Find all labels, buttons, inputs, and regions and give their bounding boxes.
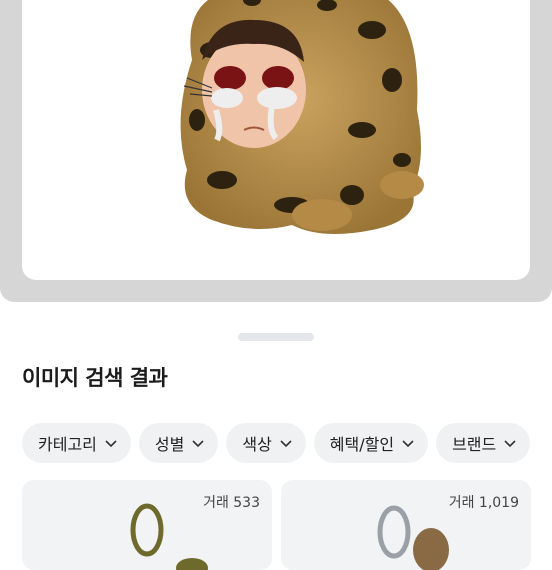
chevron-down-icon [280, 440, 292, 448]
chevron-down-icon [105, 440, 117, 448]
trade-count: 거래 1,019 [448, 495, 519, 511]
filter-chip-label: 브랜드 [452, 435, 497, 454]
filter-chip-benefits[interactable]: 혜택/할인 [313, 423, 429, 463]
image-preview-panel [0, 0, 552, 302]
filter-chip-category[interactable]: 카테고리 [22, 423, 131, 463]
chevron-down-icon [504, 440, 516, 448]
filter-chip-label: 성별 [154, 435, 185, 454]
plush-toy-image [180, 0, 424, 234]
search-image-preview [22, 0, 530, 280]
drag-handle[interactable] [238, 333, 314, 341]
filter-chip-color[interactable]: 색상 [226, 423, 306, 463]
filter-chip-label: 카테고리 [38, 435, 97, 454]
product-card[interactable]: 거래 533 [22, 480, 272, 570]
filter-chip-label: 색상 [242, 435, 272, 454]
product-card[interactable]: 거래 1,019 [281, 480, 531, 570]
filter-chips: 카테고리 성별 색상 혜택/할인 브랜드 [22, 423, 531, 463]
trade-count: 거래 533 [203, 495, 260, 511]
filter-chip-label: 혜택/할인 [329, 435, 395, 454]
filter-chip-gender[interactable]: 성별 [138, 423, 219, 463]
chevron-down-icon [192, 440, 204, 448]
results-title: 이미지 검색 결과 [22, 366, 168, 390]
filter-chip-brand[interactable]: 브랜드 [436, 423, 531, 463]
chevron-down-icon [402, 440, 414, 448]
